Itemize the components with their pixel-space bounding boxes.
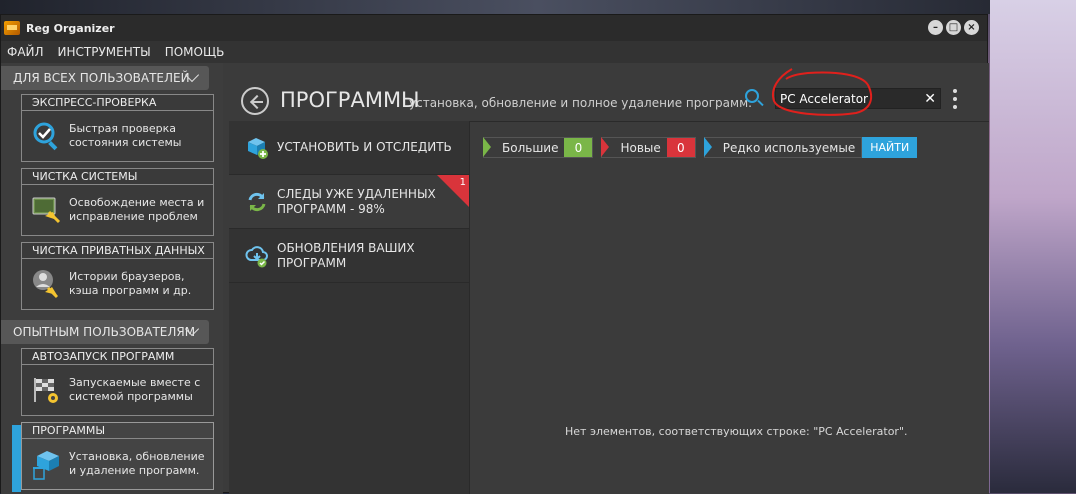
active-indicator xyxy=(12,425,21,492)
filter-label: Большие xyxy=(502,140,559,155)
filter-bar: Большие 0 Новые 0 Редко используемые НАЙ… xyxy=(483,137,918,158)
privacy-broom-icon xyxy=(31,268,63,300)
card-desc-line: Запускаемые вместе с xyxy=(69,376,201,389)
list-item-label: ПРОГРАММ - 98% xyxy=(277,201,385,216)
window-title: Reg Organizer xyxy=(26,21,115,35)
red-circle-annotation xyxy=(772,68,873,116)
card-desc-line: Быстрая проверка xyxy=(69,122,177,135)
card-desc-line: исправление проблем xyxy=(69,210,198,223)
filter-label: Новые xyxy=(620,140,661,155)
list-item-label: СЛЕДЫ УЖЕ УДАЛЕННЫХ xyxy=(277,186,436,201)
page-title: ПРОГРАММЫ xyxy=(280,88,420,112)
notification-badge: 1 xyxy=(437,175,469,207)
card-desc-line: Установка, обновление xyxy=(69,450,205,463)
cloud-update-icon xyxy=(245,244,269,268)
app-icon xyxy=(4,21,20,35)
card-private-data-cleanup[interactable]: ЧИСТКА ПРИВАТНЫХ ДАННЫХ Истории браузеро… xyxy=(21,242,214,310)
list-item-updates[interactable]: ОБНОВЛЕНИЯ ВАШИХ ПРОГРАММ xyxy=(229,229,469,283)
list-item-label: ПРОГРАММ xyxy=(277,255,347,270)
install-box-icon xyxy=(245,136,269,160)
card-title: ПРОГРАММЫ xyxy=(22,423,213,439)
menu-bar: ФАЙЛ ИНСТРУМЕНТЫ ПОМОЩЬ xyxy=(1,41,987,63)
card-title: ЧИСТКА ПРИВАТНЫХ ДАННЫХ xyxy=(22,243,213,259)
maximize-icon[interactable]: □ xyxy=(946,20,961,35)
card-desc-line: состояния системы xyxy=(69,136,182,149)
menu-tools[interactable]: ИНСТРУМЕНТЫ xyxy=(58,45,151,59)
title-bar[interactable]: Reg Organizer – □ × xyxy=(1,15,987,41)
group-title: ДЛЯ ВСЕХ ПОЛЬЗОВАТЕЛЕЙ xyxy=(13,71,190,85)
refresh-icon xyxy=(245,190,269,214)
programs-section-list: УСТАНОВИТЬ И ОТСЛЕДИТЬ СЛЕДЫ УЖЕ УДАЛЕНН… xyxy=(229,121,470,494)
card-programs[interactable]: ПРОГРАММЫ Установка, обновление и удален… xyxy=(21,422,214,490)
app-window: Reg Organizer – □ × ФАЙЛ ИНСТРУМЕНТЫ ПОМ… xyxy=(0,14,989,494)
back-arrow-icon[interactable] xyxy=(241,87,269,115)
main-panel: ПРОГРАММЫ установка, обновление и полное… xyxy=(229,63,989,494)
card-desc-line: и удаление программ. xyxy=(69,464,200,477)
card-startup-programs[interactable]: АВТОЗАПУСК ПРОГРАММ Запускаемые вместе с… xyxy=(21,348,214,416)
clear-search-icon[interactable]: ✕ xyxy=(924,90,936,108)
more-options-icon[interactable] xyxy=(953,89,957,113)
list-item-label: УСТАНОВИТЬ И ОТСЛЕДИТЬ xyxy=(277,140,452,154)
find-button[interactable]: НАЙТИ xyxy=(862,137,918,158)
card-desc-line: кэша программ и др. xyxy=(69,284,192,297)
page-subtitle: установка, обновление и полное удаление … xyxy=(409,96,752,110)
box-trash-icon xyxy=(31,448,63,480)
list-item-label: ОБНОВЛЕНИЯ ВАШИХ xyxy=(277,240,415,255)
empty-results-message: Нет элементов, соответствующих строке: "… xyxy=(565,425,908,438)
card-desc-line: системой программы xyxy=(69,390,193,403)
group-advanced-users[interactable]: ОПЫТНЫМ ПОЛЬЗОВАТЕЛЯМ xyxy=(1,320,209,344)
checkmark-magnifier-icon xyxy=(31,120,63,152)
group-all-users[interactable]: ДЛЯ ВСЕХ ПОЛЬЗОВАТЕЛЕЙ xyxy=(1,66,209,90)
card-system-cleanup[interactable]: ЧИСТКА СИСТЕМЫ Освобождение места и испр… xyxy=(21,168,214,236)
filter-large[interactable]: Большие 0 xyxy=(483,137,594,158)
filter-new[interactable]: Новые 0 xyxy=(601,137,696,158)
desktop-background xyxy=(990,0,1076,493)
filter-label: Редко используемые xyxy=(722,140,856,155)
list-item-install-track[interactable]: УСТАНОВИТЬ И ОТСЛЕДИТЬ xyxy=(229,121,469,175)
startup-flag-icon xyxy=(31,374,63,406)
menu-file[interactable]: ФАЙЛ xyxy=(7,45,44,59)
filter-count: 0 xyxy=(564,138,593,157)
list-item-deleted-traces[interactable]: СЛЕДЫ УЖЕ УДАЛЕННЫХ ПРОГРАММ - 98% 1 xyxy=(229,175,469,229)
filter-rarely-used[interactable]: Редко используемые xyxy=(703,137,863,158)
filter-count: 0 xyxy=(666,138,695,157)
card-express-check[interactable]: ЭКСПРЕСС-ПРОВЕРКА Быстрая проверка состо… xyxy=(21,94,214,162)
close-icon[interactable]: × xyxy=(964,20,979,35)
menu-help[interactable]: ПОМОЩЬ xyxy=(165,45,225,59)
desktop-background-top xyxy=(0,0,1076,14)
card-title: ЧИСТКА СИСТЕМЫ xyxy=(22,169,213,185)
group-title: ОПЫТНЫМ ПОЛЬЗОВАТЕЛЯМ xyxy=(13,325,196,339)
badge-count: 1 xyxy=(459,177,466,188)
card-title: АВТОЗАПУСК ПРОГРАММ xyxy=(22,349,213,365)
search-icon[interactable] xyxy=(745,89,759,103)
window-controls: – □ × xyxy=(928,20,979,35)
broom-screen-icon xyxy=(31,194,63,226)
minimize-icon[interactable]: – xyxy=(928,20,943,35)
card-desc-line: Истории браузеров, xyxy=(69,270,185,283)
card-desc-line: Освобождение места и xyxy=(69,196,205,209)
card-title: ЭКСПРЕСС-ПРОВЕРКА xyxy=(22,95,213,111)
sidebar: ДЛЯ ВСЕХ ПОЛЬЗОВАТЕЛЕЙ ЭКСПРЕСС-ПРОВЕРКА… xyxy=(1,63,223,494)
